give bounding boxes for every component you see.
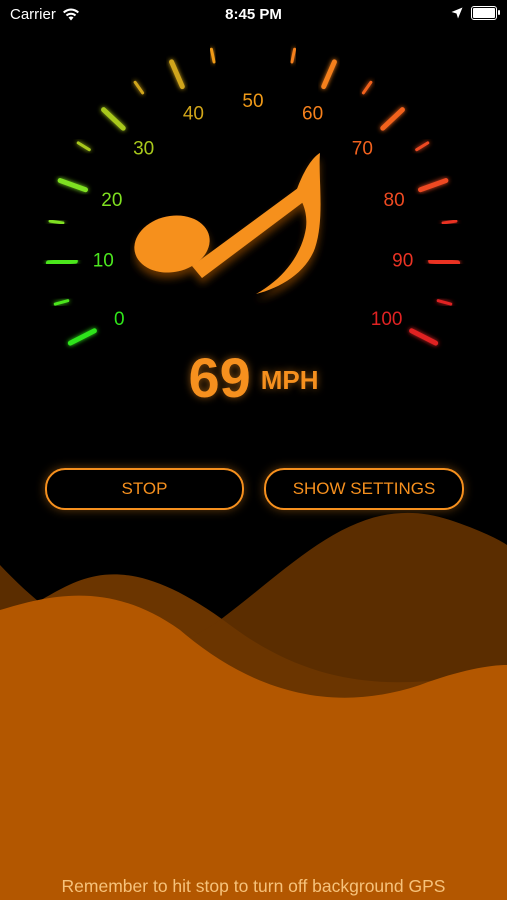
- footer-note: Remember to hit stop to turn off backgro…: [61, 876, 446, 896]
- gauge-label-10: 10: [93, 250, 114, 271]
- gauge-minor-tick: [361, 80, 373, 95]
- gauge-minor-tick: [415, 141, 430, 152]
- gauge-label-40: 40: [183, 103, 204, 124]
- gauge-major-tick: [380, 107, 405, 131]
- gauge-minor-tick: [290, 47, 297, 64]
- gauge-label-70: 70: [352, 138, 373, 159]
- speed-unit: MPH: [260, 365, 319, 395]
- music-note-icon: [134, 153, 321, 294]
- status-right-group: [451, 6, 500, 20]
- battery-icon: [471, 6, 500, 20]
- gauge-minor-tick: [76, 141, 91, 152]
- gauge-major-tick: [57, 178, 89, 193]
- gauge-minor-tick: [53, 299, 70, 306]
- gauge-major-tick: [409, 328, 439, 346]
- gauge-major-tick: [428, 258, 461, 266]
- gauge-label-0: 0: [114, 309, 125, 330]
- gauge-label-20: 20: [101, 190, 122, 211]
- gauge-minor-tick: [133, 80, 145, 95]
- gauge-minor-tick: [441, 219, 458, 225]
- gauge-minor-tick: [209, 47, 216, 64]
- gauge-major-tick: [321, 59, 337, 90]
- gauge-major-tick: [67, 328, 97, 346]
- speed-readout: 69 MPH: [0, 345, 507, 410]
- gauge-major-tick: [169, 59, 185, 90]
- gauge-label-100: 100: [371, 309, 403, 330]
- gauge-minor-tick: [436, 299, 453, 306]
- speed-value: 69: [188, 346, 251, 409]
- gauge-label-80: 80: [384, 190, 405, 211]
- gauge-label-90: 90: [392, 250, 413, 271]
- gauge-minor-tick: [48, 219, 65, 225]
- gauge-label-60: 60: [302, 103, 323, 124]
- location-arrow-icon: [451, 7, 463, 19]
- gauge-label-50: 50: [242, 91, 263, 112]
- wave-background: [0, 512, 507, 900]
- gauge-major-tick: [101, 107, 126, 131]
- gauge-major-tick: [417, 178, 449, 193]
- gauge-major-tick: [45, 258, 78, 266]
